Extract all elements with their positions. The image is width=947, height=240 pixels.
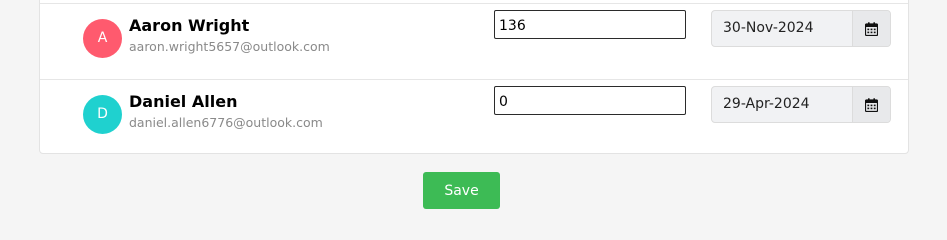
calendar-button[interactable] <box>852 11 890 46</box>
date-picker[interactable]: 29-Apr-2024 <box>711 86 891 123</box>
calendar-button[interactable] <box>852 87 890 122</box>
table-row: D Daniel Allen daniel.allen6776@outlook.… <box>40 80 910 156</box>
date-picker[interactable]: 30-Nov-2024 <box>711 10 891 47</box>
date-value[interactable]: 29-Apr-2024 <box>723 96 810 112</box>
avatar: D <box>83 95 122 134</box>
calendar-icon <box>865 21 878 36</box>
save-button[interactable]: Save <box>423 172 500 209</box>
user-email: aaron.wright5657@outlook.com <box>129 39 330 54</box>
user-name: Aaron Wright <box>129 16 250 35</box>
user-email: daniel.allen6776@outlook.com <box>129 115 323 130</box>
calendar-icon <box>865 97 878 112</box>
users-card: A Aaron Wright aaron.wright5657@outlook.… <box>39 0 909 154</box>
avatar: A <box>83 19 122 58</box>
user-name: Daniel Allen <box>129 92 238 111</box>
quantity-input[interactable] <box>494 86 686 115</box>
quantity-input[interactable] <box>494 10 686 39</box>
table-row: A Aaron Wright aaron.wright5657@outlook.… <box>40 4 910 80</box>
date-value[interactable]: 30-Nov-2024 <box>723 20 814 36</box>
